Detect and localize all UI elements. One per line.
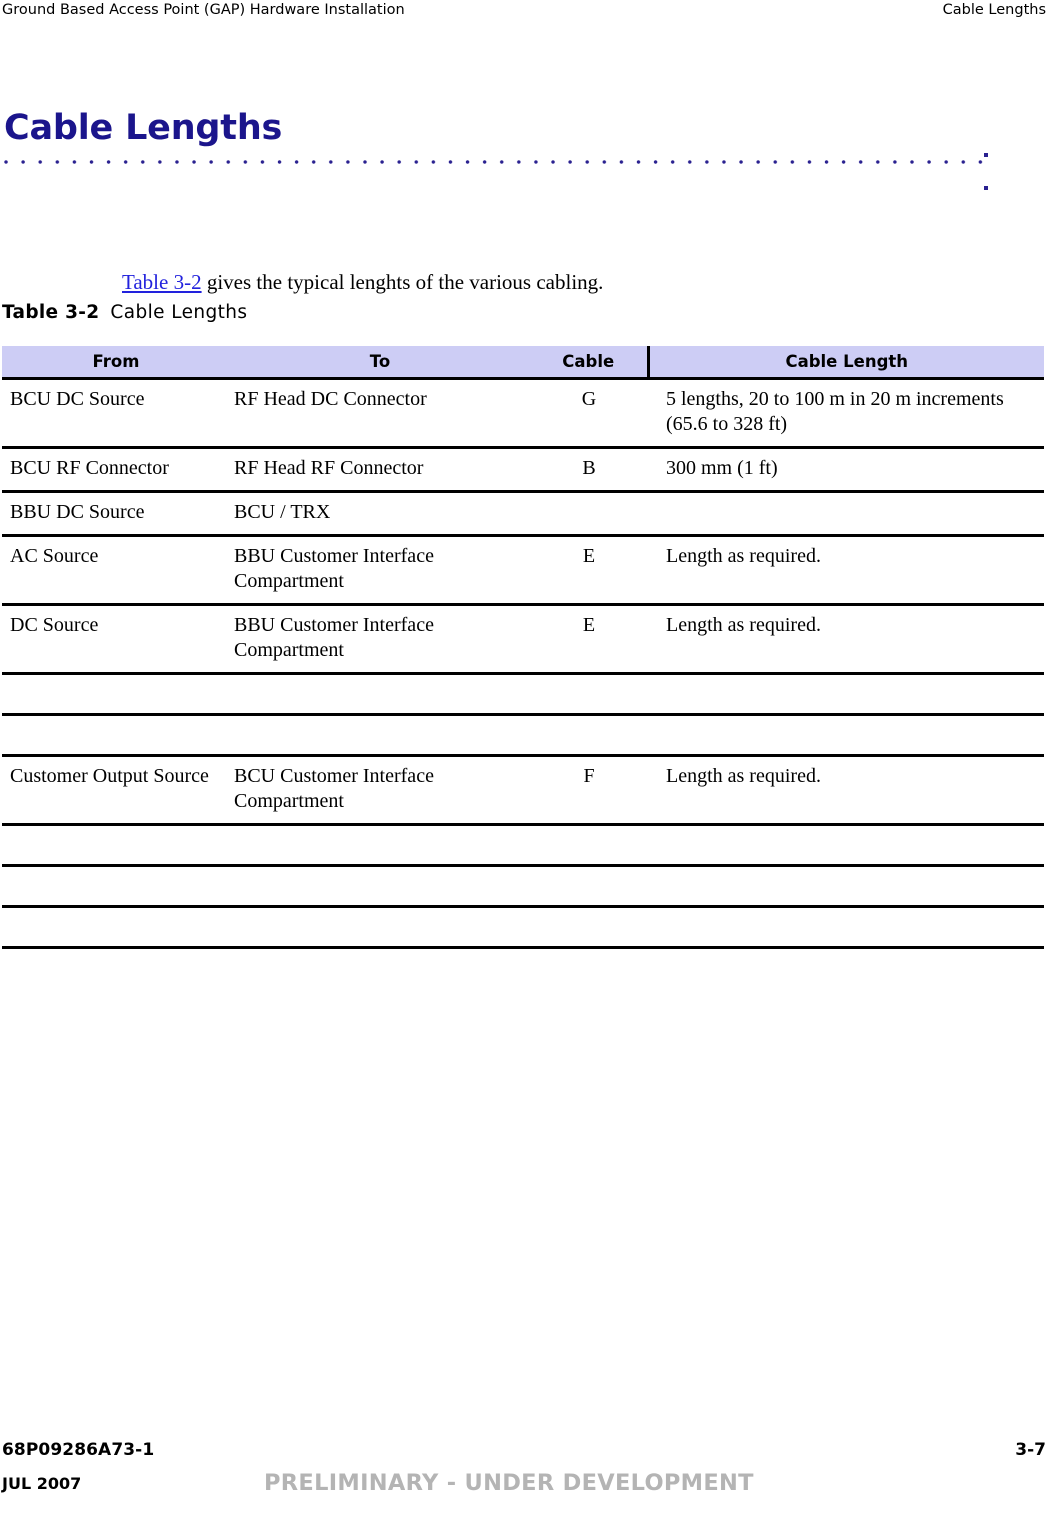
table-row xyxy=(2,714,1044,757)
table-header: From To Cable Cable Length xyxy=(2,346,1044,379)
table-row: BBU DC Source BCU / TRX xyxy=(2,491,1044,537)
cell-cable-length: Length as required. xyxy=(648,755,1044,826)
table-row: AC Source BBU Customer Interface Compart… xyxy=(2,535,1044,606)
cell-cable-length: Length as required. xyxy=(648,535,1044,606)
cell-from: DC Source xyxy=(2,604,230,675)
cell-cable-length xyxy=(648,491,1044,537)
dot-marker-upper xyxy=(984,153,988,157)
cell-cable xyxy=(530,906,648,949)
cell-cable-length xyxy=(648,714,1044,757)
cell-from xyxy=(2,673,230,716)
cell-to xyxy=(230,865,530,908)
cell-to xyxy=(230,824,530,867)
cell-to xyxy=(230,906,530,949)
cell-from xyxy=(2,824,230,867)
header-document-title: Ground Based Access Point (GAP) Hardware… xyxy=(2,2,405,18)
cell-cable xyxy=(530,824,648,867)
column-header-cable: Cable xyxy=(530,346,648,379)
cell-cable-length xyxy=(648,673,1044,716)
table-caption-number: Table 3-2 xyxy=(2,302,100,323)
cell-cable: G xyxy=(530,378,648,449)
cell-from xyxy=(2,906,230,949)
cell-to xyxy=(230,673,530,716)
table-row xyxy=(2,673,1044,716)
cell-from xyxy=(2,714,230,757)
table-caption-text: Cable Lengths xyxy=(110,302,248,323)
footer-date: JUL 2007 xyxy=(2,1474,82,1493)
footer-preliminary-stamp: PRELIMINARY - UNDER DEVELOPMENT xyxy=(264,1470,754,1496)
cell-cable-length: 300 mm (1 ft) xyxy=(648,447,1044,493)
table-row xyxy=(2,906,1044,949)
cell-to: RF Head DC Connector xyxy=(230,378,530,449)
cell-cable: E xyxy=(530,535,648,606)
intro-paragraph-text: gives the typical lenghts of the various… xyxy=(201,270,604,294)
column-header-to: To xyxy=(230,346,530,379)
header-section-title: Cable Lengths xyxy=(942,2,1046,18)
table-caption: Table 3-2 Cable Lengths xyxy=(2,301,247,325)
cell-cable: F xyxy=(530,755,648,826)
cell-cable xyxy=(530,865,648,908)
page-title: Cable Lengths xyxy=(4,108,283,148)
dotted-rule xyxy=(4,160,992,165)
table-row: BCU RF Connector RF Head RF Connector B … xyxy=(2,447,1044,493)
cell-to: BBU Customer Interface Compartment xyxy=(230,535,530,606)
table-row xyxy=(2,865,1044,908)
table-row: Customer Output Source BCU Customer Inte… xyxy=(2,755,1044,826)
cell-cable xyxy=(530,714,648,757)
table-cross-reference-link[interactable]: Table 3-2 xyxy=(122,270,202,294)
cell-cable xyxy=(530,491,648,537)
cell-cable-length xyxy=(648,824,1044,867)
cell-to: RF Head RF Connector xyxy=(230,447,530,493)
table-row: BCU DC Source RF Head DC Connector G 5 l… xyxy=(2,378,1044,449)
cell-cable: B xyxy=(530,447,648,493)
cell-from: Customer Output Source xyxy=(2,755,230,826)
page-header: Ground Based Access Point (GAP) Hardware… xyxy=(0,0,1052,24)
dot-marker-lower xyxy=(984,186,988,190)
title-block: Cable Lengths xyxy=(0,108,1052,190)
cell-from xyxy=(2,865,230,908)
table-row xyxy=(2,824,1044,867)
column-header-from: From xyxy=(2,346,230,379)
page-footer: 68P09286A73-1 3-7 JUL 2007 PRELIMINARY -… xyxy=(0,1440,1052,1520)
cell-cable-length: 5 lengths, 20 to 100 m in 20 m increment… xyxy=(648,378,1044,449)
cell-from: BCU DC Source xyxy=(2,378,230,449)
table-header-row: From To Cable Cable Length xyxy=(2,346,1044,379)
cell-to xyxy=(230,714,530,757)
cell-cable xyxy=(530,673,648,716)
cell-to: BBU Customer Interface Compartment xyxy=(230,604,530,675)
footer-page-number: 3-7 xyxy=(1015,1440,1046,1460)
cell-cable-length xyxy=(648,865,1044,908)
intro-paragraph: Table 3-2 gives the typical lenghts of t… xyxy=(122,269,982,296)
cell-from: BCU RF Connector xyxy=(2,447,230,493)
cell-cable: E xyxy=(530,604,648,675)
cable-lengths-table: From To Cable Cable Length BCU DC Source… xyxy=(2,346,1044,949)
table-row: DC Source BBU Customer Interface Compart… xyxy=(2,604,1044,675)
cell-to: BCU / TRX xyxy=(230,491,530,537)
table-body: BCU DC Source RF Head DC Connector G 5 l… xyxy=(2,378,1044,949)
cell-to: BCU Customer Interface Compartment xyxy=(230,755,530,826)
column-header-cable-length: Cable Length xyxy=(646,346,1044,379)
cell-cable-length: Length as required. xyxy=(648,604,1044,675)
cell-cable-length xyxy=(648,906,1044,949)
footer-document-number: 68P09286A73-1 xyxy=(2,1440,155,1460)
cell-from: BBU DC Source xyxy=(2,491,230,537)
cell-from: AC Source xyxy=(2,535,230,606)
